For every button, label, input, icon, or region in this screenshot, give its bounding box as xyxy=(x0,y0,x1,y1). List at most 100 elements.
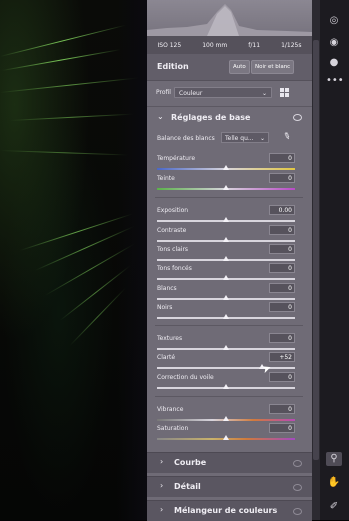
texture-slider-thumb[interactable] xyxy=(223,345,229,350)
zoom-icon[interactable]: ⚲ xyxy=(326,452,342,466)
tint-value-field[interactable]: 0 xyxy=(269,173,295,183)
basic-section-header[interactable]: ⌄ Réglages de base xyxy=(147,106,312,129)
tint-slider-track[interactable] xyxy=(157,185,295,190)
profile-row: Profil Couleur ⌄ xyxy=(147,80,312,106)
exif-bar: ISO 125 100 mm f/11 1/125s xyxy=(147,36,312,54)
vibrance-value-field[interactable]: 0 xyxy=(269,404,295,414)
chevron-right-icon: › xyxy=(160,505,164,514)
highlights-slider-track[interactable] xyxy=(157,256,295,261)
blacks-slider-row: Noirs 0 xyxy=(147,302,312,324)
whites-value-field[interactable]: 0 xyxy=(269,283,295,293)
hand-icon[interactable]: ✋ xyxy=(326,476,342,490)
saturation-slider-thumb[interactable] xyxy=(223,435,229,440)
aperture: f/11 xyxy=(248,41,261,49)
saturation-value-field[interactable]: 0 xyxy=(269,423,295,433)
dehaze-value-field[interactable]: 0 xyxy=(269,372,295,382)
saturation-slider-row: Saturation 0 xyxy=(147,423,312,445)
divider xyxy=(155,197,303,198)
spot-removal-icon[interactable]: ● xyxy=(326,56,342,70)
whites-label: Blancs xyxy=(157,285,177,292)
white-balance-select[interactable]: Telle qu... ⌄ xyxy=(221,132,269,143)
chevron-down-icon: ⌄ xyxy=(261,90,267,97)
exposure-value-field[interactable]: 0.00 xyxy=(269,205,295,215)
dehaze-slider-thumb[interactable] xyxy=(223,384,229,389)
clarity-slider-track[interactable] xyxy=(157,364,295,369)
detail-section-title: Détail xyxy=(174,482,201,491)
profile-select[interactable]: Couleur ⌄ xyxy=(174,87,272,98)
eye-icon[interactable]: ◉ xyxy=(326,36,342,50)
shutter-speed: 1/125s xyxy=(281,41,302,49)
basic-section-title: Réglages de base xyxy=(171,113,251,122)
blacks-slider-track[interactable] xyxy=(157,314,295,319)
exposure-label: Exposition xyxy=(157,207,189,214)
texture-value-field[interactable]: 0 xyxy=(269,333,295,343)
temperature-value-field[interactable]: 0 xyxy=(269,153,295,163)
shadows-slider-thumb[interactable] xyxy=(223,275,229,280)
clarity-value-field[interactable]: +52 xyxy=(269,352,295,362)
photo-preview xyxy=(0,0,147,520)
exposure-slider-thumb[interactable] xyxy=(223,217,229,222)
eye-icon[interactable] xyxy=(293,114,302,121)
temperature-slider-thumb[interactable] xyxy=(223,165,229,170)
highlights-slider-thumb[interactable] xyxy=(223,256,229,261)
profile-browser-icon[interactable] xyxy=(280,88,290,97)
highlights-value-field[interactable]: 0 xyxy=(269,244,295,254)
temperature-slider-row: Température 0 xyxy=(147,153,312,175)
temperature-slider-track[interactable] xyxy=(157,165,295,170)
scrollbar-thumb[interactable] xyxy=(313,40,319,460)
brush-icon[interactable]: ✐ xyxy=(326,500,342,514)
whites-slider-track[interactable] xyxy=(157,295,295,300)
edit-panel: ISO 125 100 mm f/11 1/125s Edition Auto … xyxy=(147,0,312,521)
contrast-label: Contraste xyxy=(157,227,187,234)
shadows-slider-track[interactable] xyxy=(157,275,295,280)
eye-icon[interactable] xyxy=(293,508,302,515)
white-balance-row: Balance des blancs Telle qu... ⌄ ✎ xyxy=(147,128,312,148)
saturation-label: Saturation xyxy=(157,425,189,432)
more-icon[interactable]: ••• xyxy=(326,74,344,88)
clarity-slider-row: Clarté +52 xyxy=(147,352,312,374)
eye-icon[interactable] xyxy=(293,484,302,491)
focal-length: 100 mm xyxy=(202,41,228,49)
profile-value: Couleur xyxy=(179,90,203,97)
highlights-label: Tons clairs xyxy=(157,246,189,253)
right-toolbar: ◎ ◉ ● ••• ⚲ ✋ ✐ xyxy=(320,0,349,520)
chevron-right-icon: › xyxy=(160,457,164,466)
shadows-slider-row: Tons foncés 0 xyxy=(147,263,312,285)
tint-label: Teinte xyxy=(157,175,175,182)
dehaze-slider-track[interactable] xyxy=(157,384,295,389)
exposure-slider-track[interactable] xyxy=(157,217,295,222)
contrast-slider-track[interactable] xyxy=(157,237,295,242)
auto-button[interactable]: Auto xyxy=(229,60,250,74)
histogram xyxy=(147,0,312,37)
blacks-value-field[interactable]: 0 xyxy=(269,302,295,312)
blacks-slider-thumb[interactable] xyxy=(223,314,229,319)
black-white-button[interactable]: Noir et blanc xyxy=(251,60,295,74)
curve-section-header[interactable]: › Courbe xyxy=(147,452,312,473)
vibrance-slider-track[interactable] xyxy=(157,416,295,421)
panel-scrollbar[interactable] xyxy=(312,0,320,520)
clarity-label: Clarté xyxy=(157,354,176,361)
shadows-label: Tons foncés xyxy=(157,265,192,272)
vibrance-slider-thumb[interactable] xyxy=(223,416,229,421)
whites-slider-thumb[interactable] xyxy=(223,295,229,300)
exposure-slider-row: Exposition 0.00 xyxy=(147,205,312,227)
color-mixer-section-header[interactable]: › Mélangeur de couleurs xyxy=(147,500,312,521)
detail-section-header[interactable]: › Détail xyxy=(147,476,312,497)
contrast-value-field[interactable]: 0 xyxy=(269,225,295,235)
edition-header: Edition Auto Noir et blanc xyxy=(147,54,312,81)
chevron-down-icon: ⌄ xyxy=(259,135,265,142)
tint-slider-thumb[interactable] xyxy=(223,185,229,190)
shadows-value-field[interactable]: 0 xyxy=(269,263,295,273)
contrast-slider-thumb[interactable] xyxy=(223,237,229,242)
color-mixer-section-title: Mélangeur de couleurs xyxy=(174,506,278,515)
curve-section-title: Courbe xyxy=(174,458,207,467)
texture-slider-track[interactable] xyxy=(157,345,295,350)
texture-label: Textures xyxy=(157,335,183,342)
eyedropper-icon[interactable]: ✎ xyxy=(282,131,293,143)
search-icon[interactable]: ◎ xyxy=(326,14,342,28)
chevron-right-icon: › xyxy=(160,481,164,490)
eye-icon[interactable] xyxy=(293,460,302,467)
divider xyxy=(155,396,303,397)
saturation-slider-track[interactable] xyxy=(157,435,295,440)
dehaze-label: Correction du voile xyxy=(157,374,214,381)
